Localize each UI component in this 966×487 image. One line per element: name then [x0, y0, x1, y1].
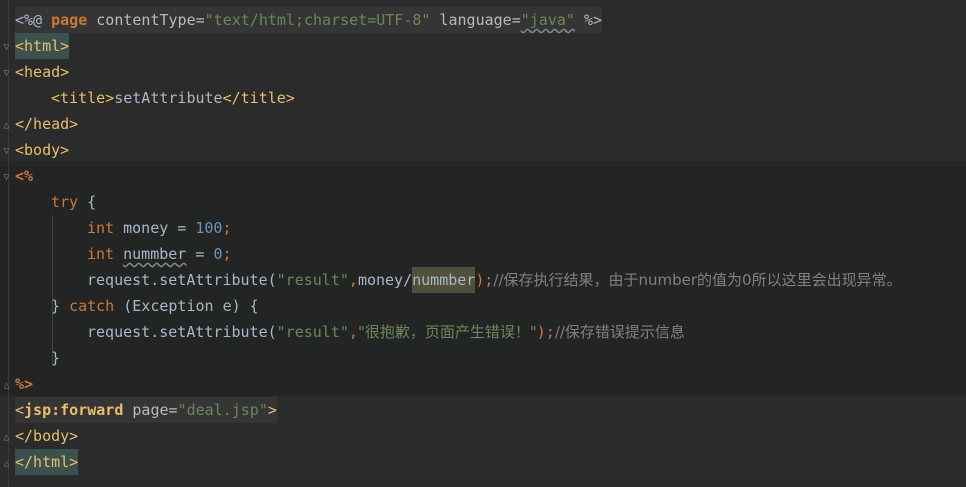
body-close-tag: </body>	[15, 427, 79, 445]
comma: ,	[348, 323, 358, 341]
code-line-4[interactable]: <title> setAttribute </title>	[51, 85, 295, 111]
body-open-tag: <body>	[15, 141, 70, 159]
head-close-tag: </head>	[15, 115, 79, 133]
set-attribute-call: request.setAttribute(	[87, 271, 277, 289]
code-line-2[interactable]: <html>	[15, 33, 70, 59]
nummber-highlight: nummber	[412, 267, 476, 293]
code-line-16[interactable]: < jsp:forward page= "deal.jsp" >	[15, 397, 277, 423]
result-string: "result"	[276, 323, 349, 341]
set-attribute-call: request.setAttribute(	[87, 323, 277, 341]
money-decl: money =	[114, 219, 196, 237]
try-keyword: try	[51, 193, 79, 211]
semicolon: ;	[222, 219, 232, 237]
assign: =	[186, 245, 214, 263]
code-editor[interactable]: ▽ ▽ △ ▽ ▽ △ △ △ <%@ page contentType= "te…	[0, 0, 966, 487]
code-line-14[interactable]: }	[51, 345, 60, 371]
close-brace: }	[51, 349, 61, 367]
fold-head-icon[interactable]: ▽	[2, 69, 11, 79]
fold-html-end-icon[interactable]: △	[2, 459, 11, 469]
forward-close: >	[267, 401, 277, 419]
attr-value-language: "java"	[520, 11, 575, 29]
code-line-17[interactable]: </body>	[15, 423, 78, 449]
code-line-7[interactable]: <%	[15, 163, 33, 189]
fold-head-end-icon[interactable]: △	[2, 121, 11, 131]
comment-result: //保存执行结果，由于number的值为0所以这里会出现异常。	[493, 271, 902, 289]
head-open-tag: <head>	[15, 63, 70, 81]
fold-scriptlet-icon[interactable]: ▽	[2, 173, 11, 183]
attr-content-type: contentType=	[87, 11, 205, 29]
page-value: "deal.jsp"	[177, 401, 268, 419]
forward-open: <	[15, 401, 25, 419]
attr-value-content-type: "text/html;charset=UTF-8"	[204, 11, 431, 29]
semicolon: ;	[222, 245, 232, 263]
code-line-18[interactable]: </html>	[15, 449, 79, 475]
nummber-value: 0	[213, 245, 223, 263]
directive-keyword: page	[51, 11, 88, 29]
html-open-tag: <html>	[15, 33, 70, 59]
try-brace: {	[78, 193, 97, 211]
fold-body-icon[interactable]: ▽	[2, 147, 11, 157]
scriptlet-close: %>	[15, 375, 34, 393]
scriptlet-open: <%	[15, 167, 34, 185]
html-close-tag: </html>	[15, 449, 79, 475]
int-type: int	[87, 245, 115, 263]
jsp-forward-tag: jsp:forward	[24, 401, 124, 419]
code-line-3[interactable]: <head>	[15, 59, 69, 85]
directive-close: %>	[574, 11, 603, 29]
catch-clause: (Exception e) {	[114, 297, 259, 315]
money-value: 100	[195, 219, 223, 237]
code-line-5[interactable]: </head>	[15, 111, 78, 137]
error-message-string: "很抱歉，页面产生错误！"	[357, 323, 537, 341]
code-line-10[interactable]: int nummber = 0;	[87, 241, 232, 267]
fold-body-end-icon[interactable]: △	[2, 433, 11, 443]
code-line-11[interactable]: request.setAttribute("result", money/numm…	[87, 267, 902, 293]
code-line-8[interactable]: try {	[51, 189, 96, 215]
close-brace: }	[51, 297, 70, 315]
title-text: setAttribute	[114, 89, 223, 107]
call-end: );	[536, 323, 555, 341]
title-open-tag: <title>	[51, 89, 115, 107]
catch-keyword: catch	[69, 297, 115, 315]
call-end: );	[475, 271, 494, 289]
code-line-6[interactable]: <body>	[15, 137, 69, 163]
nummber-decl: nummber	[123, 245, 187, 263]
fold-scriptlet-end-icon[interactable]: △	[2, 381, 11, 391]
page-attr: page=	[123, 401, 178, 419]
attr-language: language=	[430, 11, 521, 29]
fold-html-icon[interactable]: ▽	[2, 43, 11, 53]
code-line-13[interactable]: request.setAttribute("result", "很抱歉，页面产生错…	[87, 319, 685, 345]
int-type: int	[87, 219, 115, 237]
comment-error: //保存错误提示信息	[554, 323, 685, 341]
code-line-1[interactable]: <%@ page contentType= "text/html;charset=…	[15, 7, 603, 33]
code-line-15[interactable]: %>	[15, 371, 33, 397]
money-arg: money/	[357, 271, 413, 289]
title-close-tag: </title>	[222, 89, 295, 107]
result-string: "result"	[276, 271, 349, 289]
code-line-9[interactable]: int money = 100;	[87, 215, 232, 241]
directive-open: <%@	[15, 11, 52, 29]
comma: ,	[348, 271, 358, 289]
code-line-12[interactable]: } catch (Exception e) {	[51, 293, 259, 319]
